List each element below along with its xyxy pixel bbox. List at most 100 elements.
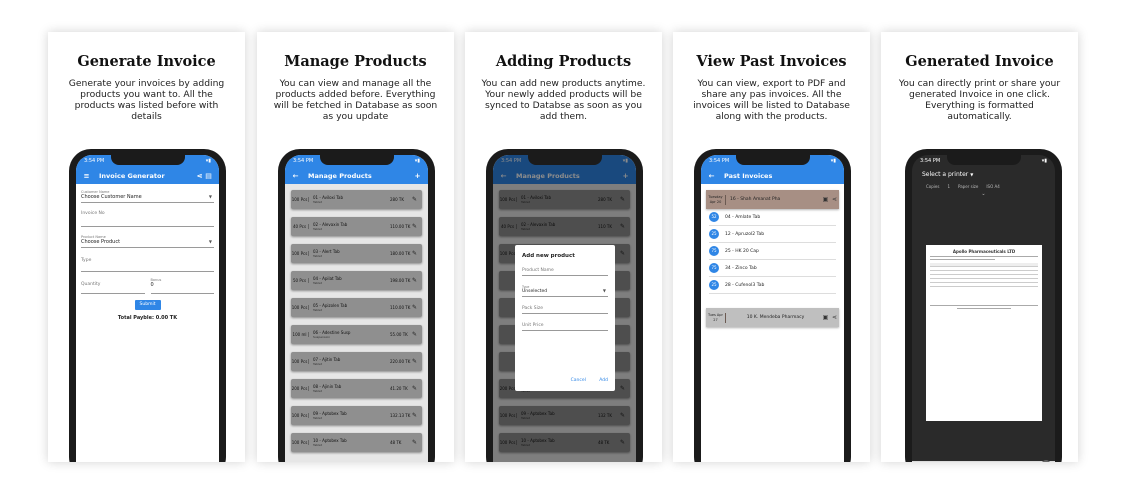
product-type: Suspension <box>313 335 331 339</box>
card-generate-invoice: Generate Invoice Generate your invoices … <box>48 32 245 462</box>
phone-notch <box>527 155 602 165</box>
edit-icon[interactable]: ✎ <box>412 358 422 365</box>
card-description: You can view and manage all the products… <box>273 78 438 122</box>
pack-size-input[interactable]: Pack Size <box>522 306 608 314</box>
product-quantity: 40 Pcs <box>291 224 309 229</box>
phone-notch <box>319 155 394 165</box>
unit-price-input[interactable]: Unit Price <box>522 323 608 331</box>
pdf-icon[interactable]: ▣ <box>821 196 830 203</box>
invoice-date: Tues Apr 27 <box>706 312 726 323</box>
quantity-field[interactable]: Quantity <box>81 278 145 294</box>
item-name: 28 - Cufenol3 Tab <box>725 282 765 288</box>
invoice-date: Tuesday Apr 20 <box>706 194 726 205</box>
item-name: 04 - Amlate Tab <box>725 214 761 220</box>
product-list: 100 Pcs 01 - Aviloxi Tab Tablet 280 TK ✎ 40 … <box>285 184 428 462</box>
status-icons: ▾▮ <box>414 158 420 164</box>
product-row[interactable]: 100 Pcs 07 - Ajitin Tab Tablet 220.00 TK ✎ <box>291 352 422 371</box>
edit-icon[interactable]: ✎ <box>412 223 422 230</box>
product-type: Tablet <box>313 362 322 366</box>
customer-name-field[interactable]: Customer Name Choose Customer Name ▼ <box>81 190 214 203</box>
paper-size-value[interactable]: ISO A4 <box>986 184 999 189</box>
product-row[interactable]: 100 Pcs 03 - Alert Tab Tablet 180.00 TK ✎ <box>291 244 422 263</box>
invoice-item: 25 28 - Cufenol3 Tab <box>709 277 836 294</box>
app-bar: ← Past Invoices <box>701 167 844 184</box>
card-title: Generate Invoice <box>77 53 216 70</box>
phone-frame: 3:54 PM ▾▮ ← Past Invoices Tuesday Apr 20… <box>694 149 851 462</box>
invoice-header[interactable]: Tuesday Apr 20 16 - Shah Amanat Pha ▣ ⋖ <box>706 190 839 209</box>
edit-icon[interactable]: ✎ <box>412 439 422 446</box>
product-row[interactable]: 100 Pcs 01 - Aviloxi Tab Tablet 280 TK ✎ <box>291 190 422 209</box>
edit-icon[interactable]: ✎ <box>412 385 422 392</box>
card-adding-products: Adding Products You can add new products… <box>465 32 662 462</box>
edit-icon[interactable]: ✎ <box>412 304 422 311</box>
card-manage-products: Manage Products You can view and manage … <box>257 32 454 462</box>
card-generated-invoice: Generated Invoice You can directly print… <box>881 32 1078 462</box>
pdf-icon[interactable]: ▣ <box>821 314 830 321</box>
add-icon[interactable]: + <box>413 172 422 180</box>
product-type: Tablet <box>313 200 322 204</box>
product-row[interactable]: 100 Pcs 10 - Aptobex Tab Tablet 48 TK ✎ <box>291 433 422 452</box>
product-price: 198.00 TK <box>390 278 411 283</box>
edit-icon[interactable]: ✎ <box>412 196 422 203</box>
cancel-button[interactable]: Cancel <box>571 378 586 383</box>
item-quantity-badge: 75 <box>709 246 719 256</box>
invoice-item: 25 12 - Apruzol2 Tab <box>709 226 836 243</box>
input-placeholder: Pack Size <box>522 306 544 311</box>
status-icons: ▾▮ <box>1041 158 1047 164</box>
product-name-input[interactable]: Product Name <box>522 268 608 276</box>
product-quantity: 100 Pcs <box>291 197 309 202</box>
card-title: Manage Products <box>284 53 427 70</box>
edit-icon[interactable]: ✎ <box>412 331 422 338</box>
share-icon[interactable]: ⋖ <box>195 172 204 180</box>
edit-icon[interactable]: ✎ <box>412 250 422 257</box>
card-title: Generated Invoice <box>905 53 1054 70</box>
share-icon[interactable]: ⋖ <box>830 314 839 321</box>
product-row[interactable]: 100 Pcs 05 - Apizolen Tab Tablet 110.00 TK ✎ <box>291 298 422 317</box>
field-label: Quantity <box>81 282 101 287</box>
divider <box>930 256 1038 257</box>
app-bar: ← Manage Products + <box>285 167 428 184</box>
status-icons: ▾▮ <box>830 158 836 164</box>
product-type: Tablet <box>313 389 322 393</box>
product-price: 180.00 TK <box>390 251 411 256</box>
edit-icon[interactable]: ✎ <box>412 277 422 284</box>
type-field[interactable]: Type <box>81 258 214 272</box>
phone-frame: 3:54 PM ▾▮ ≡ Invoice Generator ⋖ ▤ Custom… <box>69 149 226 462</box>
expand-options-icon[interactable]: ⌄ <box>912 191 1055 197</box>
submit-button[interactable]: Submit <box>134 300 161 310</box>
status-time: 3:54 PM <box>293 158 314 164</box>
printer-selector[interactable]: Select a printer ▼ <box>912 167 1055 182</box>
product-name-field[interactable]: Product Name Choose Product ▼ <box>81 235 214 248</box>
invoice-customer: 10 K. Mendeba Pharmacy <box>746 315 805 320</box>
copies-value[interactable]: 1 <box>947 184 950 189</box>
product-type: Tablet <box>313 281 322 285</box>
invoice-no-field[interactable]: Invoice No <box>81 211 214 227</box>
product-row[interactable]: 100 Pcs 09 - Aptobex Tab Tablet 132.13 TK ✎ <box>291 406 422 425</box>
edit-icon[interactable]: ✎ <box>412 412 422 419</box>
product-row[interactable]: 50 Pcs 04 - Apilat Tab Tablet 198.00 TK ✎ <box>291 271 422 290</box>
field-value: Unselected <box>522 289 548 294</box>
type-select[interactable]: Type Unselected ▼ <box>522 285 608 297</box>
back-arrow-icon[interactable]: ← <box>707 172 716 180</box>
product-quantity: 100 Pcs <box>291 413 309 418</box>
phone-screen: 3:54 PM ▾▮ Select a printer ▼ Copies 1 Pa… <box>912 155 1055 462</box>
share-icon[interactable]: ⋖ <box>830 196 839 203</box>
bonus-field[interactable]: Bonus 0 <box>150 278 214 294</box>
product-price: 280 TK <box>390 197 404 202</box>
product-row[interactable]: 200 Pcs 08 - Ajinin Tab Tablet 41.20 TK ✎ <box>291 379 422 398</box>
back-arrow-icon[interactable]: ← <box>291 172 300 180</box>
card-description: You can add new products anytime. Your n… <box>481 78 646 122</box>
product-row[interactable]: 40 Pcs 02 - Alevaxin Tab Tablet 110.00 TK ✎ <box>291 217 422 236</box>
field-label: Invoice No <box>81 211 105 216</box>
total-payable: Total Payble: 0.00 TK <box>117 315 178 321</box>
product-quantity: 50 Pcs <box>291 278 309 283</box>
card-title: Adding Products <box>495 53 632 70</box>
product-quantity: 100 Pcs <box>291 359 309 364</box>
phone-screen: 3:54 PM ▾▮ ← Manage Products + 100 Pcs 01 … <box>493 155 636 462</box>
product-row[interactable]: 100 ml 06 - Adestine Susp Suspension 55.00 … <box>291 325 422 344</box>
invoice-header[interactable]: Tues Apr 27 10 K. Mendeba Pharmacy ▣ ⋖ <box>706 308 839 327</box>
product-type: Tablet <box>313 443 322 447</box>
add-button[interactable]: Add <box>599 378 608 383</box>
menu-icon[interactable]: ≡ <box>82 172 91 180</box>
list-icon[interactable]: ▤ <box>204 172 213 180</box>
